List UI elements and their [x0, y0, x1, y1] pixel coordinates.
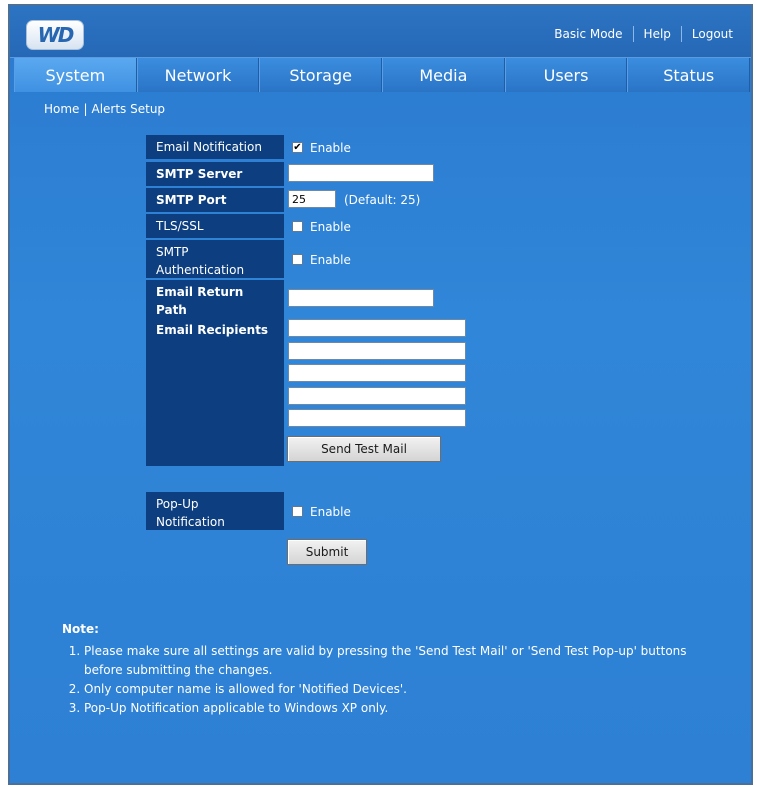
tab-status[interactable]: Status — [627, 58, 751, 92]
email-recipient-input-5[interactable] — [288, 409, 466, 427]
header-bar: WD Basic Mode Help Logout — [10, 6, 751, 58]
note-item: Please make sure all settings are valid … — [84, 642, 702, 680]
smtp-server-input[interactable] — [288, 164, 434, 182]
email-recipient-input-1[interactable] — [288, 319, 466, 337]
email-recipient-input-2[interactable] — [288, 342, 466, 360]
main-nav: System Network Storage Media Users Statu… — [14, 58, 751, 92]
email-recipient-input-3[interactable] — [288, 364, 466, 382]
send-test-mail-button[interactable]: Send Test Mail — [287, 436, 441, 462]
email-notification-checkbox[interactable]: ✔ — [292, 142, 303, 153]
popup-label-line2: Notification — [156, 515, 225, 529]
breadcrumb-home[interactable]: Home — [44, 102, 79, 116]
tls-ssl-label: TLS/SSL — [146, 214, 284, 238]
breadcrumb-separator: | — [83, 102, 88, 116]
tab-system[interactable]: System — [14, 58, 137, 92]
smtp-auth-label-line1: SMTP — [156, 245, 189, 259]
note-item: Only computer name is allowed for 'Notif… — [84, 680, 702, 699]
wd-logo: WD — [26, 20, 84, 50]
email-recipients-label: Email Recipients — [146, 318, 284, 466]
tab-media[interactable]: Media — [382, 58, 505, 92]
basic-mode-link[interactable]: Basic Mode — [544, 27, 632, 41]
smtp-authentication-checkbox[interactable] — [292, 254, 303, 265]
tab-storage[interactable]: Storage — [259, 58, 383, 92]
breadcrumb-current: Alerts Setup — [91, 102, 166, 116]
top-links: Basic Mode Help Logout — [544, 26, 743, 42]
smtp-authentication-enable-label: Enable — [310, 253, 351, 267]
smtp-port-input[interactable] — [288, 190, 336, 208]
popup-notification-checkbox[interactable] — [292, 506, 303, 517]
tls-ssl-enable-label: Enable — [310, 220, 351, 234]
note-item: Pop-Up Notification applicable to Window… — [84, 699, 702, 718]
submit-button[interactable]: Submit — [287, 539, 367, 565]
smtp-server-label: SMTP Server — [146, 162, 284, 186]
tab-users[interactable]: Users — [504, 58, 628, 92]
tls-ssl-checkbox[interactable] — [292, 221, 303, 232]
app-frame: WD Basic Mode Help Logout System Network… — [8, 4, 753, 785]
email-return-path-input[interactable] — [288, 289, 434, 307]
smtp-port-label: SMTP Port — [146, 188, 284, 212]
note-section: Note: Please make sure all settings are … — [62, 622, 702, 718]
help-link[interactable]: Help — [634, 27, 681, 41]
smtp-auth-label-line2: Authentication — [156, 263, 245, 277]
popup-notification-enable-label: Enable — [310, 505, 351, 519]
smtp-port-default-hint: (Default: 25) — [344, 193, 421, 207]
note-title: Note: — [62, 622, 99, 636]
return-path-label-line1: Email Return — [156, 285, 244, 299]
popup-notification-label: Pop-Up Notification — [146, 492, 284, 530]
email-notification-enable-label: Enable — [310, 141, 351, 155]
tab-network[interactable]: Network — [136, 58, 260, 92]
email-notification-label: Email Notification — [146, 135, 284, 159]
note-list: Please make sure all settings are valid … — [62, 642, 702, 718]
breadcrumb: Home | Alerts Setup — [44, 102, 165, 116]
email-return-path-label: Email Return Path — [146, 280, 284, 318]
popup-label-line1: Pop-Up — [156, 497, 199, 511]
logout-link[interactable]: Logout — [682, 27, 743, 41]
smtp-authentication-label: SMTP Authentication — [146, 240, 284, 278]
email-recipient-input-4[interactable] — [288, 387, 466, 405]
return-path-label-line2: Path — [156, 303, 187, 317]
